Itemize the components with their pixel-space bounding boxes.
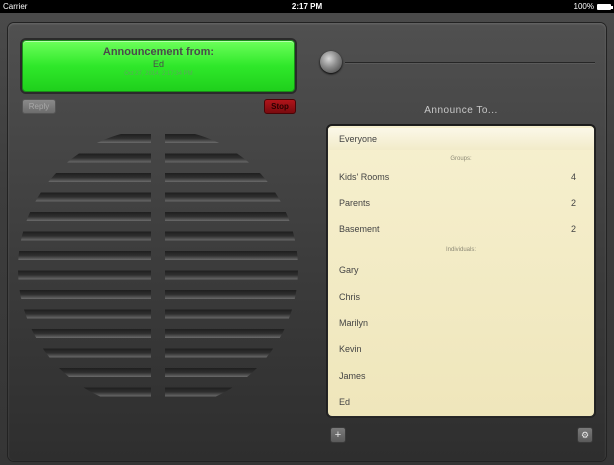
grille-slot — [165, 173, 298, 182]
settings-button[interactable]: ⚙ — [577, 427, 593, 443]
list-item-individual[interactable]: Gary — [328, 259, 594, 281]
grille-slot — [18, 192, 151, 202]
announcement-title: Announcement from: — [102, 46, 215, 58]
announcement-timestamp: Oct 27, 2014, 2:17:34 PM — [124, 71, 193, 77]
member-count: 2 — [570, 198, 576, 208]
list-item-label: Everyone — [339, 134, 378, 144]
grille-slot — [18, 212, 151, 221]
announce-to-heading: Announce To... — [424, 105, 498, 116]
list-item-group[interactable]: Basement 2 — [328, 218, 594, 240]
list-item-label: Gary — [339, 265, 359, 275]
reply-button[interactable]: Reply — [22, 99, 56, 114]
grille-slot — [165, 231, 298, 241]
grille-slot — [165, 192, 298, 202]
grille-slot — [165, 348, 298, 358]
groups-section-header: Groups: — [450, 156, 472, 162]
grille-slot — [18, 387, 151, 397]
announcement-banner: Announcement from: Ed Oct 27, 2014, 2:17… — [22, 40, 295, 92]
grille-slot — [165, 153, 298, 163]
volume-slider-track[interactable] — [345, 62, 595, 63]
grille-slot — [165, 387, 298, 397]
grille-slot — [165, 290, 298, 299]
member-count: 2 — [570, 224, 576, 234]
list-item-individual[interactable]: James — [328, 365, 594, 387]
individuals-section-header: Individuals: — [445, 247, 477, 253]
grille-slot — [18, 368, 151, 377]
grille-slot — [18, 231, 151, 241]
grille-slot — [165, 368, 298, 377]
member-count: 4 — [570, 172, 576, 182]
status-bar: Carrier 2:17 PM 100% — [0, 0, 614, 13]
announcement-sender: Ed — [152, 59, 164, 69]
grille-slot — [18, 173, 151, 182]
battery-indicator: 100% — [573, 0, 613, 13]
list-item-label: James — [339, 371, 366, 381]
list-item-label: Kevin — [339, 344, 362, 354]
recipient-list: Everyone Groups: Kids' Rooms 4 Parents 2… — [326, 124, 596, 418]
list-item-label: Parents — [339, 198, 371, 208]
grille-slot — [165, 329, 298, 338]
list-item-individual[interactable]: Ed — [328, 391, 594, 413]
add-button[interactable]: + — [330, 427, 346, 443]
grille-slot — [18, 251, 151, 260]
grille-slot — [18, 134, 151, 143]
grille-slot — [165, 309, 298, 319]
grille-slot — [18, 348, 151, 358]
grille-slot — [165, 134, 298, 143]
grille-slot — [18, 153, 151, 163]
list-item-individual[interactable]: Kevin — [328, 338, 594, 360]
list-item-group[interactable]: Parents 2 — [328, 192, 594, 214]
list-item-everyone[interactable]: Everyone — [328, 128, 594, 150]
grille-slot — [18, 270, 151, 280]
speaker-grille — [18, 134, 298, 397]
volume-slider-knob[interactable] — [320, 51, 342, 73]
list-item-label: Marilyn — [339, 318, 369, 328]
grille-slot — [165, 270, 298, 280]
status-time: 2:17 PM — [291, 2, 323, 11]
battery-percent: 100% — [573, 2, 594, 11]
list-item-individual[interactable]: Chris — [328, 286, 594, 308]
grille-slot — [18, 309, 151, 319]
grille-slot — [18, 290, 151, 299]
list-item-individual[interactable]: Marilyn — [328, 312, 594, 334]
list-item-group[interactable]: Kids' Rooms 4 — [328, 166, 594, 188]
list-item-label: Kids' Rooms — [339, 172, 390, 182]
grille-slot — [18, 329, 151, 338]
list-item-label: Chris — [339, 292, 361, 302]
recipient-list-body: Everyone Groups: Kids' Rooms 4 Parents 2… — [328, 126, 594, 416]
stop-button[interactable]: Stop — [264, 99, 296, 114]
list-item-label: Basement — [339, 224, 380, 234]
list-item-label: Ed — [339, 397, 351, 407]
grille-slot — [165, 212, 298, 221]
grille-slot — [165, 251, 298, 260]
battery-icon — [597, 3, 613, 10]
